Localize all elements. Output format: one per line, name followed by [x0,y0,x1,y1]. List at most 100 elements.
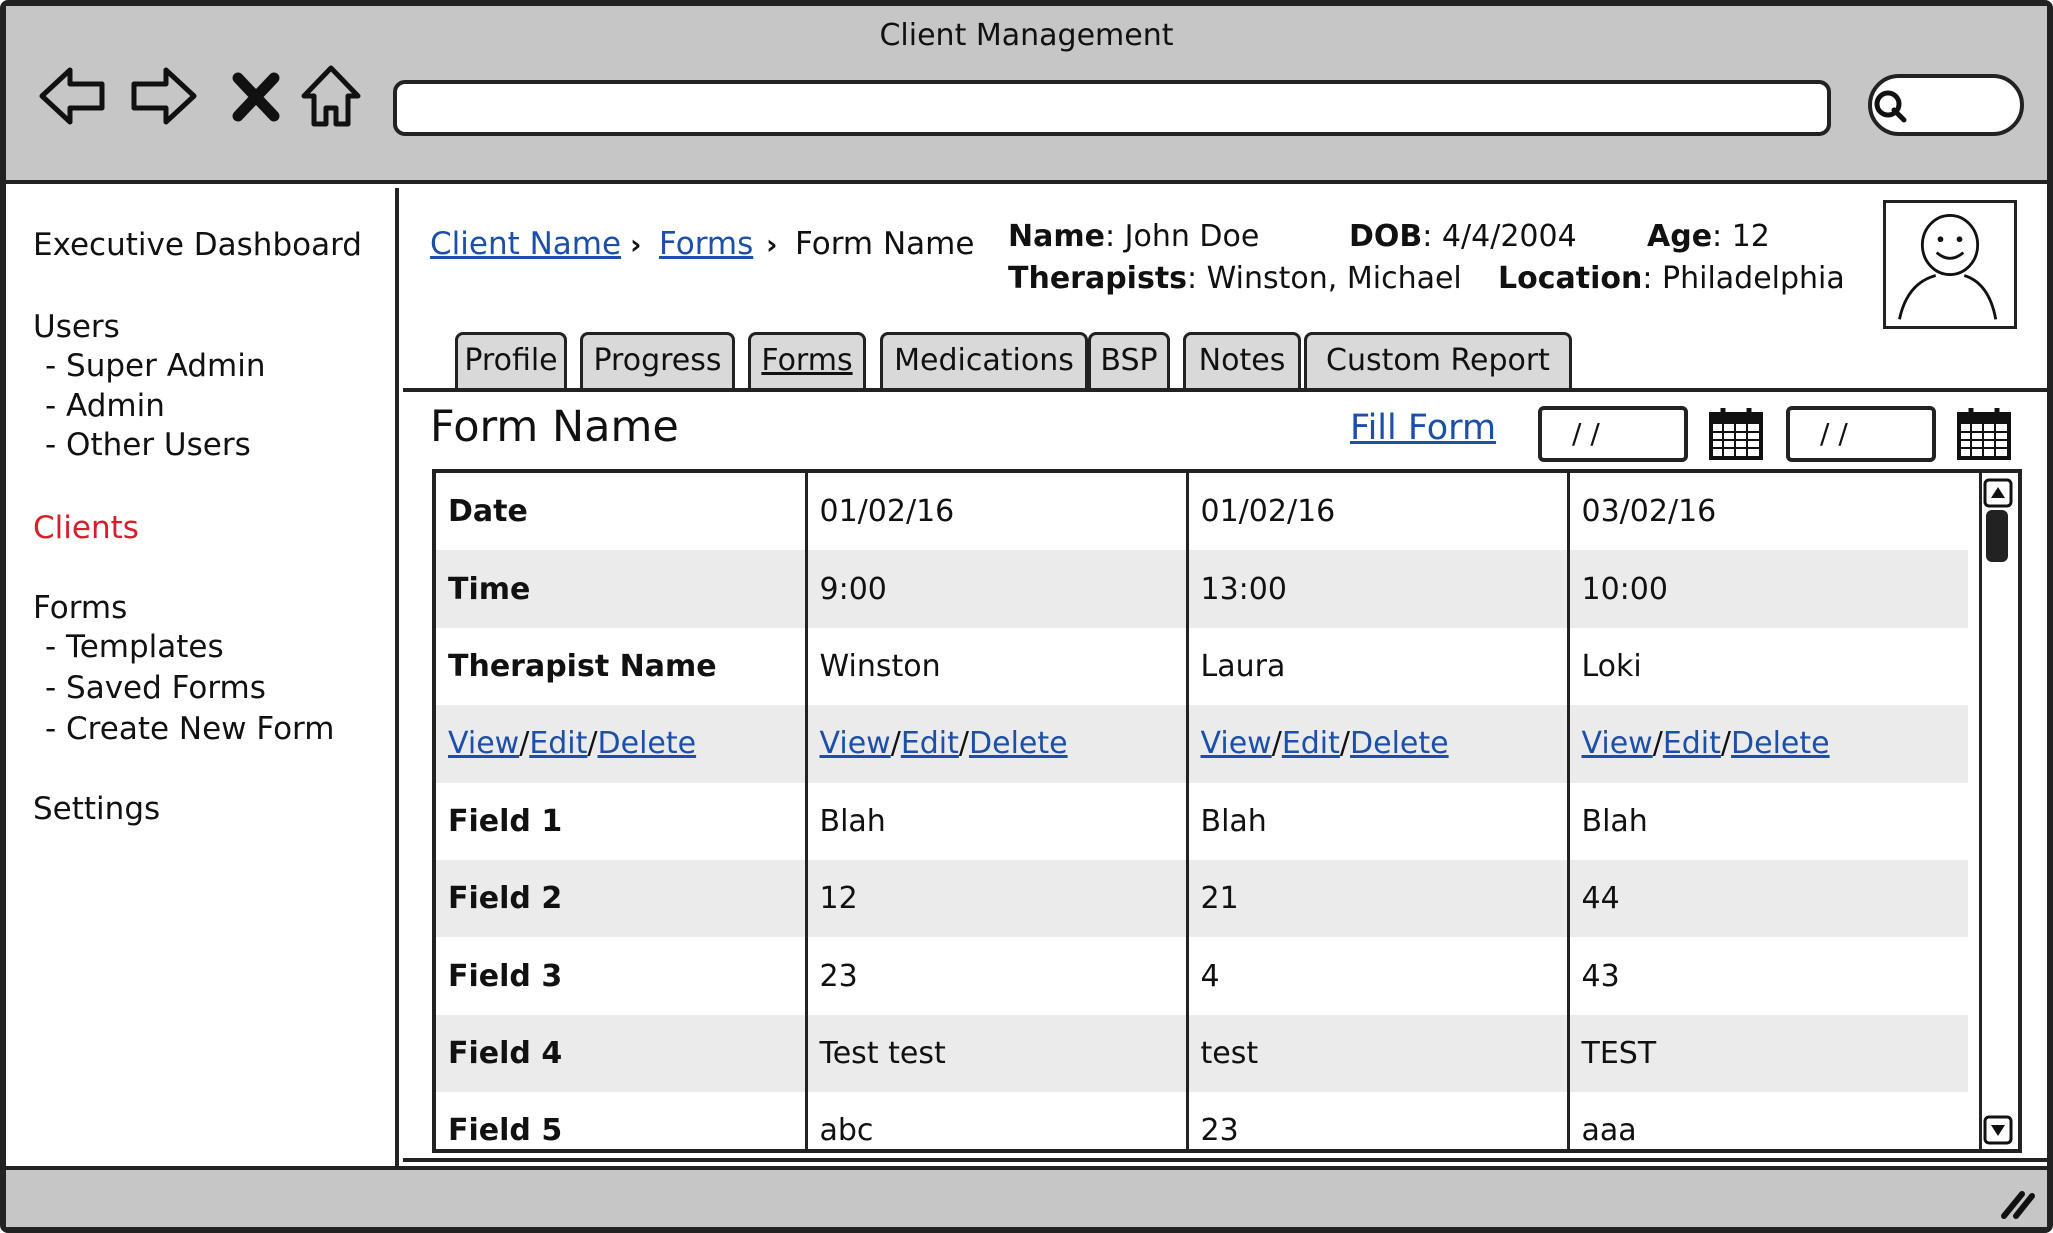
home-icon [301,65,361,127]
table-row: Date 01/02/16 01/02/16 03/02/16 [436,473,1968,551]
table-cell: Blah [1566,782,1968,860]
table-row: Time 9:00 13:00 10:00 [436,550,1968,628]
sidebar-item-saved-forms[interactable]: - Saved Forms [45,670,266,706]
sidebar-item-executive-dashboard[interactable]: Executive Dashboard [33,227,362,263]
calendar-icon[interactable] [1955,404,2013,462]
table-cell: 44 [1566,859,1968,938]
breadcrumb-forms-link[interactable]: Forms [659,226,753,262]
status-bar [6,1166,2047,1227]
age-label: Age [1647,219,1713,254]
actions-cell: View/Edit/Delete [436,705,806,783]
sidebar-item-super-admin[interactable]: - Super Admin [45,348,266,384]
edit-link[interactable]: Edit [1663,726,1721,761]
row-header: Date [448,494,528,530]
tab-notes[interactable]: Notes [1183,332,1301,388]
row-header: Field 2 [436,859,806,938]
therapists-label: Therapists [1008,261,1188,296]
scroll-down-button[interactable] [1983,1115,2013,1145]
sidebar-item-users[interactable]: Users [33,309,120,345]
sidebar-item-templates[interactable]: - Templates [45,629,224,665]
scrollbar-thumb[interactable] [1986,510,2008,562]
sidebar-item-clients[interactable]: Clients [33,510,139,546]
sidebar-item-forms[interactable]: Forms [33,590,127,626]
actions-cell: View/Edit/Delete [1185,705,1568,783]
actions-cell: View/Edit/Delete [804,705,1187,783]
table-cell: Laura [1185,627,1568,706]
edit-link[interactable]: Edit [901,726,959,761]
tab-medications[interactable]: Medications [880,332,1088,388]
delete-link[interactable]: Delete [598,726,697,761]
table-row: Field 4 Test test test TEST [436,1014,1968,1093]
tab-custom-report[interactable]: Custom Report [1304,332,1572,388]
breadcrumb-client-link[interactable]: Client Name [430,226,621,262]
row-header: Field 4 [436,1014,806,1093]
user-avatar-icon [1898,213,1998,320]
table-row-actions: View/Edit/Delete View/Edit/Delete View/E… [436,705,1968,783]
stop-button[interactable] [226,60,286,132]
tab-progress[interactable]: Progress [580,332,735,388]
scroll-up-button[interactable] [1983,478,2013,508]
breadcrumb-separator: › [630,228,642,261]
action-separator: / [1271,726,1282,762]
table-cell: 43 [1566,937,1968,1015]
table-row: Field 3 23 4 43 [436,937,1968,1015]
row-header: Therapist Name [448,648,717,684]
row-header: Time [436,550,806,628]
client-age-info: Age: 12 [1647,219,1770,254]
tab-forms[interactable]: Forms [748,332,866,388]
resize-grip-icon[interactable] [1998,1186,2038,1220]
sidebar-item-settings[interactable]: Settings [33,791,160,827]
triangle-up-icon [1983,478,2013,508]
delete-link[interactable]: Delete [1731,726,1830,761]
view-link[interactable]: View [448,726,519,761]
table-cell: 23 [804,937,1187,1015]
action-separator: / [1339,726,1351,762]
triangle-down-icon [1983,1115,2013,1145]
view-link[interactable]: View [820,726,891,761]
edit-link[interactable]: Edit [1282,726,1340,761]
date-from-input[interactable]: / / [1538,406,1688,462]
sidebar-item-create-new-form[interactable]: - Create New Form [45,711,334,747]
sidebar-item-other-users[interactable]: - Other Users [45,427,251,463]
tab-bsp[interactable]: BSP [1088,332,1170,388]
action-separator: / [958,726,970,762]
arrow-right-icon [131,67,197,125]
tab-profile[interactable]: Profile [455,332,567,388]
vertical-scrollbar[interactable] [1979,473,2018,1149]
table-cell: 01/02/16 [1185,473,1568,551]
sidebar-item-admin[interactable]: - Admin [45,388,165,424]
delete-link[interactable]: Delete [1350,726,1449,761]
table-row: Field 5 abc 23 aaa [436,1092,1968,1149]
action-separator: / [587,726,598,762]
table-row: Therapist Name Winston Laura Loki [436,627,1968,706]
forward-button[interactable] [128,60,200,132]
name-label: Name [1008,219,1105,254]
back-button[interactable] [36,60,108,132]
home-button[interactable] [298,60,364,132]
search-icon [1872,88,1908,124]
view-link[interactable]: View [1582,726,1653,761]
url-bar[interactable] [393,80,1831,136]
table-cell: 21 [1185,859,1568,938]
table-cell: test [1185,1014,1568,1093]
action-separator: / [1652,726,1663,762]
therapists-value: : Winston, Michael [1187,261,1462,296]
window-title: Client Management [879,18,1174,53]
dob-value: : 4/4/2004 [1422,219,1577,254]
row-header: Field 5 [448,1113,563,1149]
table-cell: 03/02/16 [1566,473,1968,551]
calendar-icon[interactable] [1707,404,1765,462]
delete-link[interactable]: Delete [969,726,1068,761]
breadcrumb-current: Form Name [795,226,975,262]
action-separator: / [519,726,530,762]
edit-link[interactable]: Edit [529,726,587,761]
fill-form-link[interactable]: Fill Form [1350,408,1496,448]
date-to-input[interactable]: / / [1786,406,1936,462]
table-cell: Winston [804,627,1187,706]
view-link[interactable]: View [1201,726,1272,761]
actions-cell: View/Edit/Delete [1566,705,1968,783]
table-cell: 10:00 [1566,550,1968,628]
age-value: : 12 [1712,219,1770,254]
client-dob-info: DOB: 4/4/2004 [1349,219,1577,254]
table-cell: abc [804,1092,1187,1149]
